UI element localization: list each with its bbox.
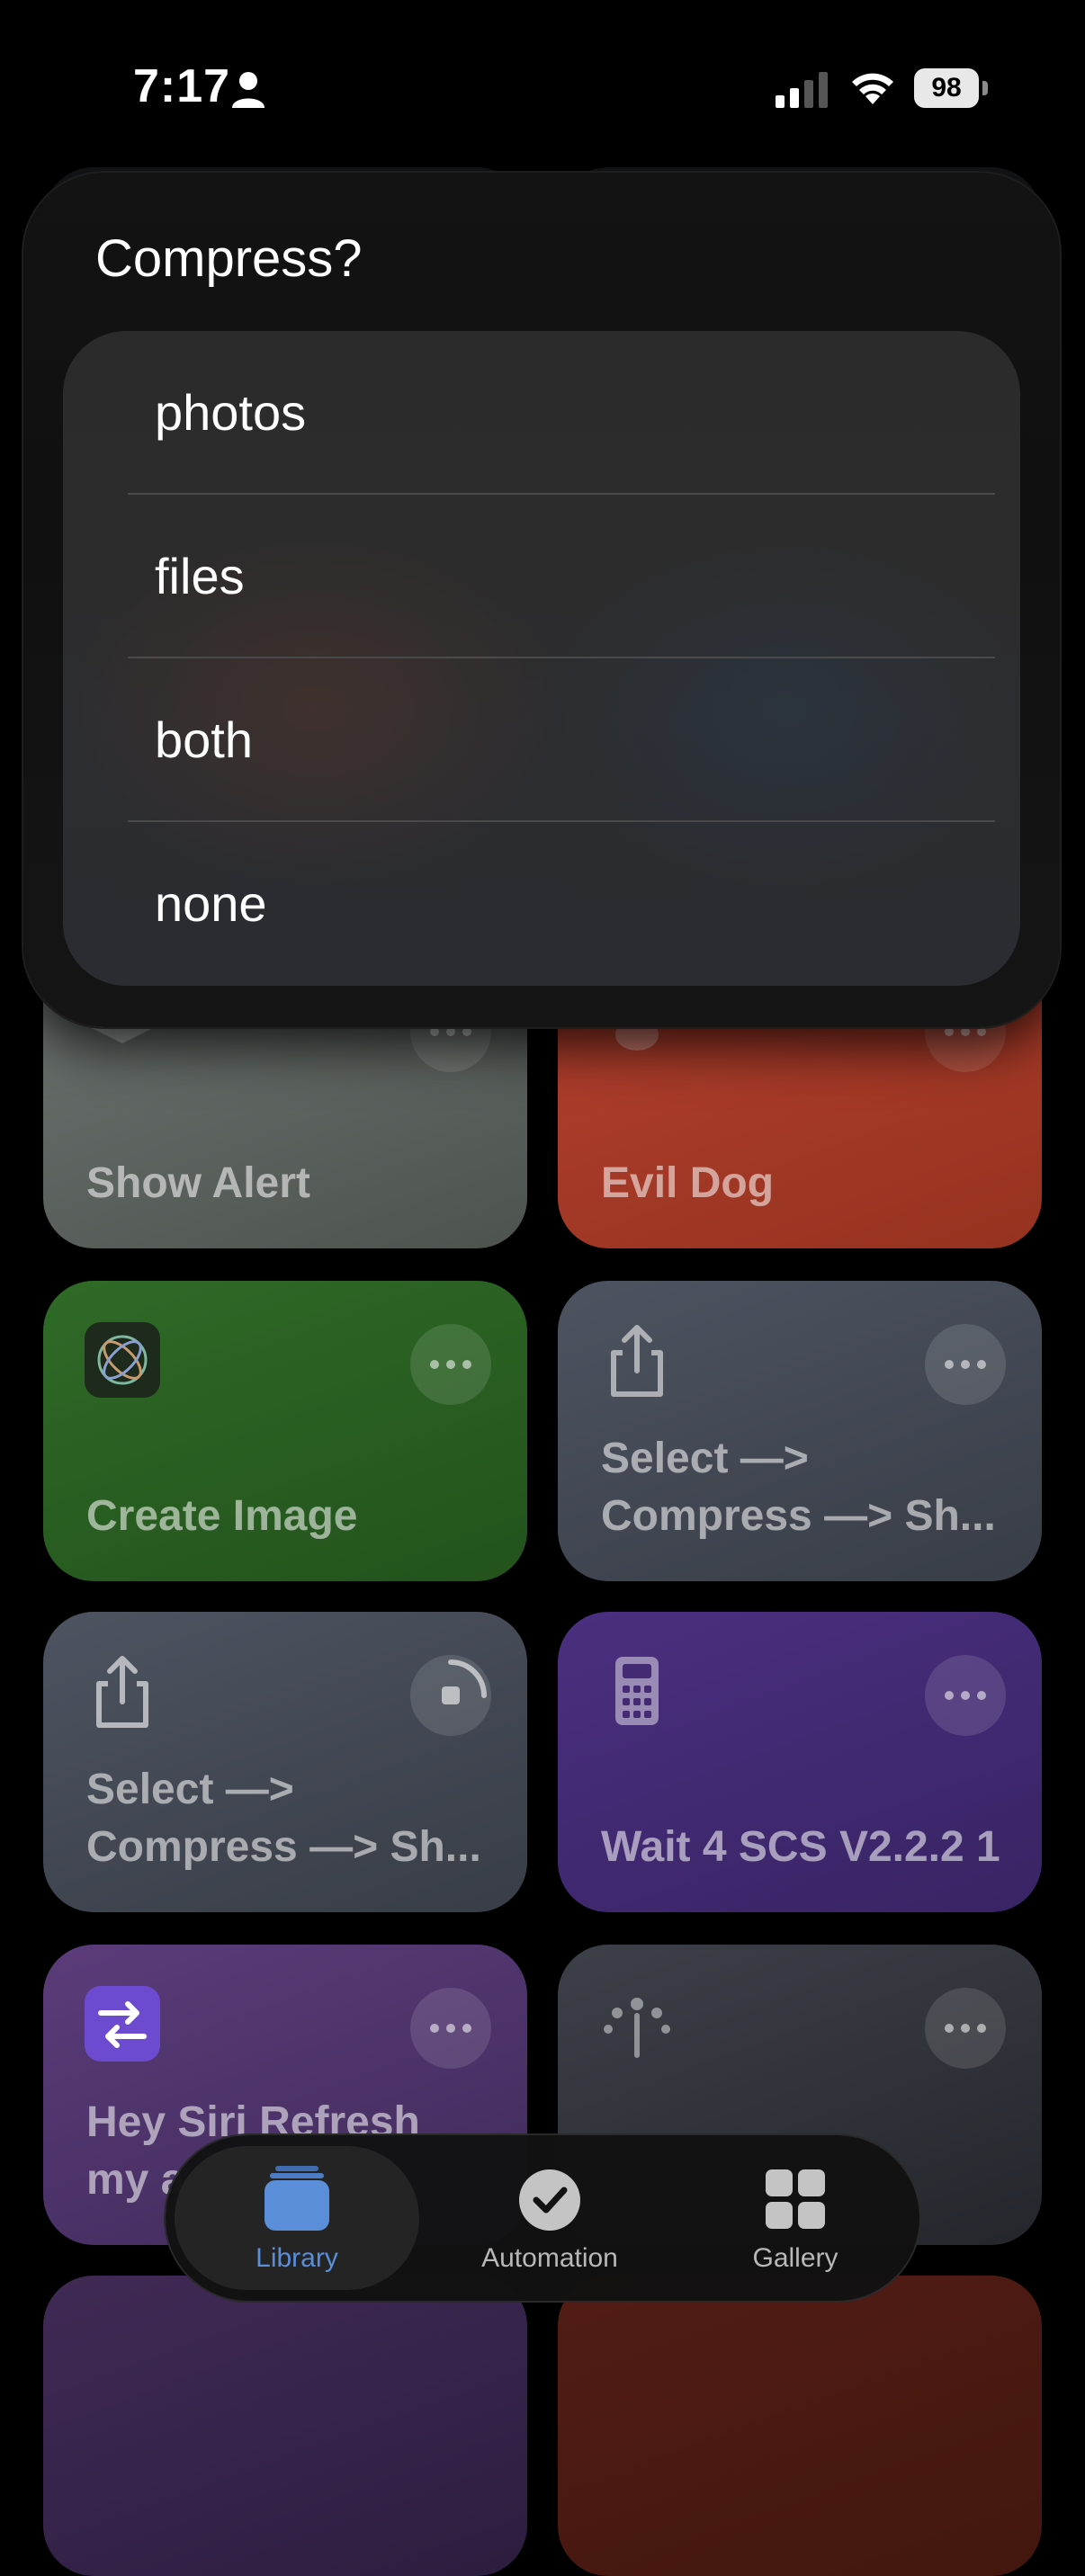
image-playground-icon: [85, 1322, 160, 1398]
shortcut-name: Create Image: [86, 1492, 358, 1540]
share-icon: [611, 1325, 663, 1397]
gallery-grid-icon: [766, 2169, 825, 2229]
more-button[interactable]: [410, 1988, 491, 2069]
tab-label: Automation: [481, 2243, 618, 2273]
tab-library[interactable]: Library: [166, 2135, 428, 2301]
menu-option-label: photos: [155, 384, 307, 441]
tab-automation[interactable]: Automation: [428, 2135, 671, 2301]
tab-label: Library: [256, 2243, 338, 2273]
shortcut-name: Select —> Compress —> Sh...: [86, 1766, 481, 1871]
shortcut-tile[interactable]: Wait 4 SCS V2.2.2 1: [558, 1612, 1042, 1912]
menu-option-label: none: [155, 875, 267, 932]
menu-options-list: photos files both none: [63, 331, 1020, 986]
shortcut-arrows-icon: [85, 1986, 160, 2062]
status-bar: 7:17 98: [0, 0, 1085, 171]
more-button[interactable]: [925, 1324, 1006, 1405]
shortcut-name: Show Alert: [86, 1159, 310, 1207]
more-button[interactable]: [925, 1988, 1006, 2069]
calculator-icon: [615, 1657, 659, 1725]
person-icon: [232, 72, 265, 108]
battery-tip: [982, 81, 988, 95]
more-button[interactable]: [925, 1655, 1006, 1736]
shortcut-tile[interactable]: Create Image: [43, 1281, 527, 1581]
shortcut-name: Select —> Compress —> Sh...: [601, 1435, 996, 1540]
tab-label: Gallery: [752, 2243, 838, 2273]
share-icon: [96, 1656, 148, 1728]
shortcut-tile[interactable]: Select —> Compress —> Sh...: [558, 1281, 1042, 1581]
menu-title: Compress?: [95, 229, 363, 288]
status-time: 7:17: [133, 60, 231, 112]
tab-bar: Library Automation Gallery: [166, 2135, 919, 2301]
shortcut-tile[interactable]: Select —> Compress —> Sh...: [43, 1612, 527, 1912]
tab-gallery[interactable]: Gallery: [671, 2135, 919, 2301]
sprout-icon: [604, 1998, 670, 2058]
wifi-icon: [852, 73, 893, 104]
menu-option-label: both: [155, 711, 253, 768]
menu-option-label: files: [155, 548, 245, 604]
progress-stop-icon: [442, 1659, 487, 1704]
stop-running-button[interactable]: [410, 1655, 491, 1736]
battery-level: 98: [914, 68, 979, 108]
shortcut-name: Wait 4 SCS V2.2.2 1: [601, 1823, 1000, 1871]
compress-menu: Compress? photos files both none: [23, 173, 1060, 1027]
cellular-signal-icon: [776, 72, 828, 108]
menu-option-files[interactable]: files: [63, 495, 1020, 658]
menu-option-both[interactable]: both: [63, 658, 1020, 822]
library-icon: [265, 2166, 329, 2231]
more-button[interactable]: [410, 1324, 491, 1405]
menu-option-photos[interactable]: photos: [63, 331, 1020, 495]
shortcut-tile[interactable]: [558, 2276, 1042, 2576]
shortcut-tile[interactable]: [43, 2276, 527, 2576]
shortcut-name: Evil Dog: [601, 1159, 775, 1207]
automation-check-icon: [519, 2169, 580, 2231]
menu-option-none[interactable]: none: [63, 822, 1020, 986]
battery-indicator: 98: [914, 68, 990, 108]
